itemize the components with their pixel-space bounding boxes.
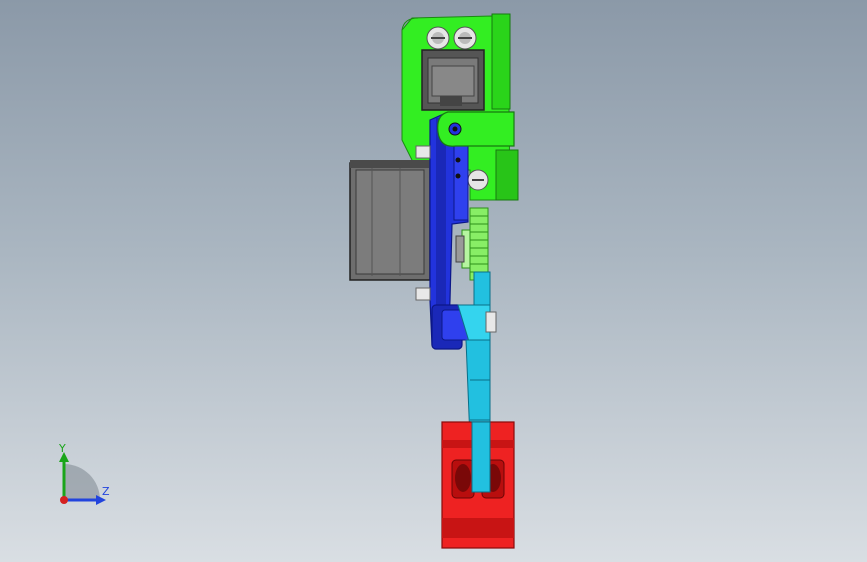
x-axis-dot [60, 496, 68, 504]
coordinate-triad [59, 452, 106, 505]
servo-horn-arm[interactable] [437, 111, 515, 147]
link-screw-lower [415, 287, 431, 301]
motor-body[interactable] [349, 160, 431, 281]
z-axis-label: Z [102, 485, 110, 498]
link-screw-upper [415, 145, 431, 159]
cad-viewport[interactable]: Y Z [0, 0, 867, 562]
servo-frame [421, 49, 485, 111]
end-block[interactable] [441, 421, 515, 549]
screw-side [467, 169, 489, 191]
link-pin [485, 311, 497, 333]
screw-top-left [426, 26, 450, 50]
screw-top-right [453, 26, 477, 50]
triad-floor-plane [64, 464, 100, 500]
y-axis-label: Y [59, 442, 66, 455]
mechanism-model[interactable] [0, 0, 867, 562]
